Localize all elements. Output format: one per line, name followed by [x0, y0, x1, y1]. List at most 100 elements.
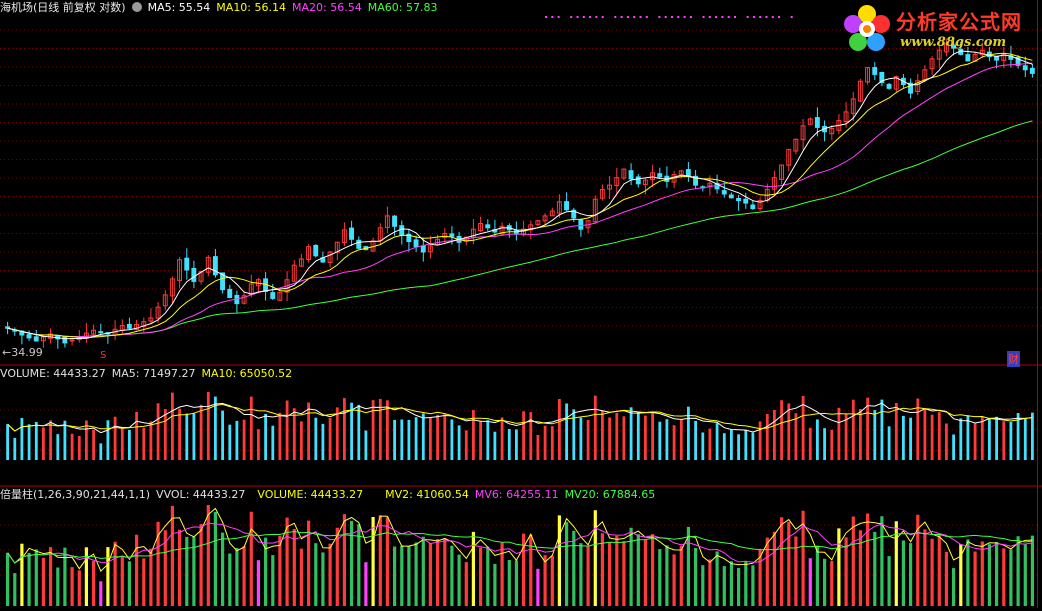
candle-body	[98, 331, 104, 334]
candle-body	[736, 198, 741, 201]
event-marker-dot	[708, 16, 711, 18]
event-marker-dot	[664, 16, 667, 18]
candle-body	[126, 323, 132, 329]
event-marker-dot	[570, 16, 573, 18]
candle-body	[1029, 67, 1035, 74]
event-marker-dot	[671, 16, 673, 18]
volume-label: VOLUME: 44433.27	[0, 367, 106, 380]
event-marker-dot	[658, 16, 661, 18]
volume-ma5-label: MA5: 71497.27	[111, 367, 196, 380]
candle-body	[184, 257, 190, 271]
candle-body	[313, 245, 319, 257]
candle-body	[399, 225, 405, 236]
candle-body	[26, 334, 32, 339]
candle-body	[227, 288, 233, 298]
logo-name: 分析家公式网	[896, 10, 1022, 34]
event-marker-dot	[626, 16, 629, 18]
low-price-annotation: ←34.99	[2, 346, 43, 359]
ma20-label: MA20: 56.54	[292, 1, 362, 14]
event-marker-dot	[727, 16, 730, 18]
candle-body	[392, 215, 398, 227]
ma5-label: MA5: 55.54	[147, 1, 211, 14]
candle-body	[628, 170, 634, 180]
candle-body	[270, 292, 276, 299]
logo-url: www.88gs.com	[900, 35, 1007, 50]
event-marker-dot	[582, 16, 585, 18]
ex-rights-marker[interactable]: S	[100, 350, 106, 361]
candle-body	[578, 219, 584, 230]
event-marker-dot	[746, 16, 749, 18]
mv6-line	[7, 522, 1033, 564]
mv20-label: MV20: 67884.65	[564, 488, 656, 501]
stock-title[interactable]: 海机场(日线 前复权 对数)	[0, 1, 126, 14]
ma60-label: MA60: 57.83	[367, 1, 438, 14]
settings-circle-icon[interactable]	[131, 2, 142, 12]
mv20-line	[7, 530, 1033, 564]
volume-panel-header: VOLUME: 44433.27 MA5: 71497.27 MA10: 65050…	[0, 367, 298, 381]
candle-body	[356, 239, 362, 249]
candle-body	[728, 194, 734, 199]
mv2-line	[7, 507, 1033, 572]
event-marker-dot	[677, 16, 680, 18]
event-marker-dot	[551, 16, 554, 18]
event-marker-dot	[633, 16, 636, 18]
indicator-name[interactable]: 倍量柱(1,26,3,90,21,44,1,1)	[0, 488, 150, 501]
candle-body	[420, 245, 426, 253]
candle-body	[1022, 65, 1028, 71]
candle-body	[564, 201, 569, 211]
chart-canvas[interactable]	[0, 0, 1042, 608]
event-marker-dot	[576, 16, 579, 18]
event-marker-dot	[771, 16, 774, 18]
candle-body	[814, 117, 820, 128]
event-marker-dot	[683, 16, 686, 18]
event-marker-dot	[557, 16, 560, 18]
volume-ma10-line	[7, 403, 1033, 432]
event-marker-dot	[721, 16, 724, 18]
event-marker-dot	[790, 16, 793, 18]
volume-ma10-label: MA10: 65050.52	[201, 367, 293, 380]
ma60-line	[7, 120, 1033, 338]
candle-body	[449, 233, 455, 237]
event-marker-dot	[595, 16, 598, 18]
indicator-volume-label: VOLUME: 44433.27	[257, 488, 364, 501]
event-marker-dot	[601, 16, 604, 18]
candle-body	[743, 198, 749, 204]
price-panel-header: 海机场(日线 前复权 对数) MA5: 55.54 MA10: 56.14 MA20:…	[0, 1, 443, 15]
ma5-line	[7, 50, 1033, 340]
ma10-label: MA10: 56.14	[216, 1, 287, 14]
candle-body	[485, 224, 491, 229]
mv6-label: MV6: 64255.11	[474, 488, 559, 501]
earnings-badge[interactable]: 财	[1007, 351, 1020, 367]
event-marker-dot	[639, 16, 642, 18]
indicator-panel-header: 倍量柱(1,26,3,90,21,44,1,1) VVOL: 44433.27 VO…	[0, 488, 661, 502]
candle-body	[191, 268, 197, 282]
event-marker-dot	[778, 16, 781, 18]
event-marker-dot	[689, 16, 692, 18]
candle-body	[349, 227, 355, 240]
event-marker-dot	[715, 16, 718, 18]
candle-body	[721, 190, 727, 195]
event-marker-dot	[759, 16, 762, 18]
event-marker-dot	[589, 16, 592, 18]
event-marker-dot	[614, 16, 617, 18]
candle-body	[33, 336, 39, 342]
event-marker-dot	[545, 16, 547, 18]
candle-body	[750, 204, 756, 209]
candle-body	[635, 176, 641, 185]
event-marker-dot	[765, 16, 768, 18]
flower-logo-icon	[844, 5, 890, 51]
stock-chart[interactable]: 海机场(日线 前复权 对数) MA5: 55.54 MA10: 56.14 MA20:…	[0, 0, 1042, 608]
event-marker-dot	[620, 16, 623, 18]
volume-ma5-line	[7, 402, 1033, 434]
ma10-line	[7, 52, 1033, 339]
event-marker-dot	[645, 16, 648, 18]
candle-body	[872, 67, 878, 75]
event-marker-dot	[752, 16, 755, 18]
mv2-label: MV2: 41060.54	[385, 488, 469, 501]
event-marker-dot	[734, 16, 736, 18]
candle-body	[886, 83, 892, 89]
candle-body	[657, 173, 663, 178]
vvol-label: VVOL: 44433.27	[156, 488, 246, 501]
candle-body	[413, 239, 419, 248]
brand-logo: 分析家公式网 www.88gs.com	[840, 2, 1036, 58]
